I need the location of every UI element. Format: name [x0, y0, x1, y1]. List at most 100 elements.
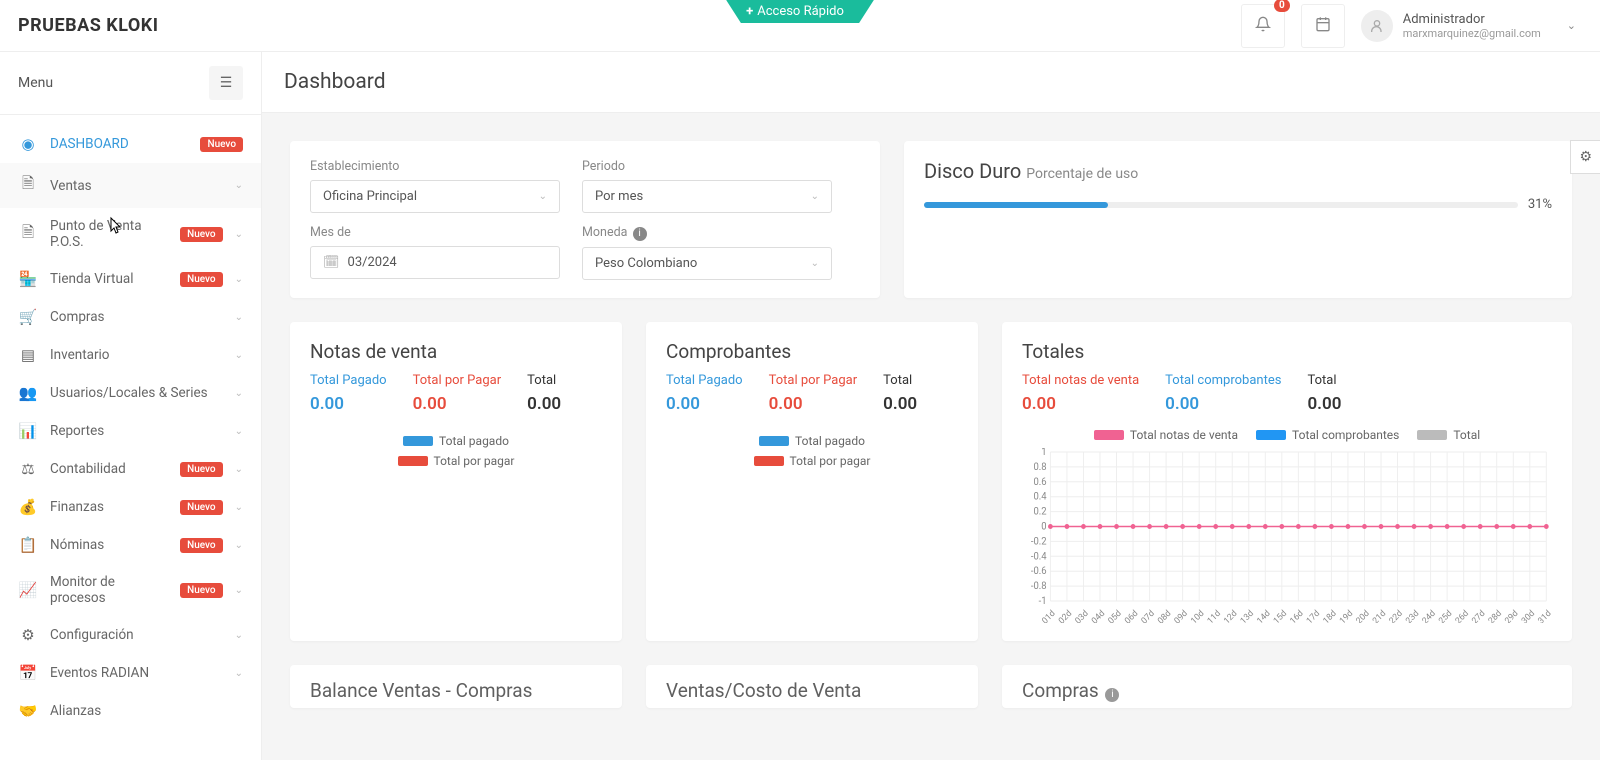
- svg-text:01d: 01d: [1041, 608, 1058, 622]
- users-icon: 👥: [18, 384, 38, 402]
- stat-label: Total: [883, 373, 917, 390]
- chevron-down-icon: ⌄: [235, 668, 243, 679]
- svg-text:17d: 17d: [1305, 608, 1322, 622]
- chevron-down-icon: ⌄: [235, 274, 243, 285]
- sidebar-item-label: Contabilidad: [50, 461, 168, 477]
- sidebar-item-nominas[interactable]: 📋 Nóminas Nuevo ⌄: [0, 526, 261, 564]
- store-icon: 🏪: [18, 270, 38, 288]
- svg-text:21d: 21d: [1371, 608, 1388, 622]
- badge-new: Nuevo: [180, 583, 223, 598]
- bell-icon: [1255, 16, 1271, 36]
- calendar-button[interactable]: [1301, 4, 1345, 48]
- mes-label: Mes de: [310, 225, 560, 240]
- settings-floating-button[interactable]: ⚙: [1570, 140, 1600, 174]
- card-title: Notas de venta: [310, 340, 602, 363]
- periodo-select[interactable]: Por mes ⌄: [582, 180, 832, 213]
- monitor-icon: 📈: [18, 581, 38, 599]
- stat-label: Total por Pagar: [769, 373, 858, 390]
- legend-item: Total por pagar: [754, 454, 871, 468]
- sidebar-item-label: Monitor de procesos: [50, 574, 168, 606]
- sidebar-item-inventario[interactable]: ▤ Inventario ⌄: [0, 336, 261, 374]
- chevron-down-icon: ⌄: [235, 630, 243, 641]
- card-title: Compras i: [1022, 679, 1552, 702]
- sidebar-item-contabilidad[interactable]: ⚖ Contabilidad Nuevo ⌄: [0, 450, 261, 488]
- filters-card: Establecimiento Oficina Principal ⌄ Mes …: [290, 141, 880, 298]
- mes-input[interactable]: 🗓 03/2024: [310, 246, 560, 279]
- periodo-label: Periodo: [582, 159, 832, 174]
- stat-label: Total notas de venta: [1022, 373, 1139, 390]
- svg-text:09d: 09d: [1173, 608, 1190, 622]
- card-title: Totales: [1022, 340, 1552, 363]
- svg-text:13d: 13d: [1239, 608, 1256, 622]
- sidebar-item-compras[interactable]: 🛒 Compras ⌄: [0, 298, 261, 336]
- document-icon: 🗎: [18, 173, 38, 198]
- quick-access-label: Acceso Rápido: [757, 4, 844, 19]
- svg-text:11d: 11d: [1206, 608, 1223, 622]
- svg-text:24d: 24d: [1421, 608, 1438, 622]
- sidebar-item-reportes[interactable]: 📊 Reportes ⌄: [0, 412, 261, 450]
- calendar-icon: 🗓: [323, 255, 340, 270]
- ventas-costo-card: Ventas/Costo de Venta: [646, 665, 978, 708]
- pos-icon: 🗎: [18, 222, 38, 247]
- establecimiento-select[interactable]: Oficina Principal ⌄: [310, 180, 560, 213]
- avatar-icon: [1361, 10, 1393, 42]
- sidebar-item-alianzas[interactable]: 🤝 Alianzas: [0, 692, 261, 730]
- sidebar-item-monitor[interactable]: 📈 Monitor de procesos Nuevo ⌄: [0, 564, 261, 616]
- stat-value: 0.00: [310, 394, 387, 414]
- sidebar-item-config[interactable]: ⚙ Configuración ⌄: [0, 616, 261, 654]
- totales-card: Totales Total notas de venta 0.00 Total …: [1002, 322, 1572, 641]
- sidebar-item-label: DASHBOARD: [50, 136, 188, 152]
- select-value: Oficina Principal: [323, 189, 417, 204]
- chevron-down-icon: ⌄: [235, 464, 243, 475]
- svg-text:23d: 23d: [1404, 608, 1421, 622]
- chart-icon: 📊: [18, 422, 38, 440]
- svg-text:22d: 22d: [1388, 608, 1405, 622]
- chevron-down-icon: ⌄: [539, 191, 547, 202]
- legend-item: Total pagado: [759, 434, 865, 448]
- chevron-down-icon: ⌄: [235, 180, 243, 191]
- chevron-down-icon: ⌄: [235, 502, 243, 513]
- info-icon: i: [633, 227, 647, 241]
- stat-label: Total Pagado: [666, 373, 743, 390]
- sidebar-item-radian[interactable]: 📅 Eventos RADIAN ⌄: [0, 654, 261, 692]
- svg-text:15d: 15d: [1272, 608, 1289, 622]
- badge-new: Nuevo: [180, 500, 223, 515]
- notifications-badge: 0: [1274, 0, 1290, 12]
- sidebar-item-ventas[interactable]: 🗎 Ventas ⌄: [0, 163, 261, 208]
- chevron-down-icon: ⌄: [235, 229, 243, 240]
- user-menu[interactable]: Administrador marxmarquinez@gmail.com ⌄: [1361, 10, 1576, 42]
- chevron-down-icon: ⌄: [235, 540, 243, 551]
- logo: PRUEBAS KLOKI: [0, 15, 159, 36]
- sidebar-item-label: Eventos RADIAN: [50, 665, 223, 681]
- svg-text:26d: 26d: [1454, 608, 1471, 622]
- svg-text:-1: -1: [1039, 596, 1047, 607]
- sidebar-item-finanzas[interactable]: 💰 Finanzas Nuevo ⌄: [0, 488, 261, 526]
- quick-access-ribbon[interactable]: +Acceso Rápido: [726, 0, 874, 23]
- badge-new: Nuevo: [180, 227, 223, 242]
- svg-text:-0.2: -0.2: [1031, 536, 1047, 547]
- badge-new: Nuevo: [180, 272, 223, 287]
- menu-label: Menu: [18, 75, 53, 91]
- svg-text:0.4: 0.4: [1033, 491, 1047, 502]
- sidebar-item-usuarios[interactable]: 👥 Usuarios/Locales & Series ⌄: [0, 374, 261, 412]
- legend-item: Total por pagar: [398, 454, 515, 468]
- sidebar-item-tienda[interactable]: 🏪 Tienda Virtual Nuevo ⌄: [0, 260, 261, 298]
- totales-chart: 10.80.60.40.20-0.2-0.4-0.6-0.8-101d02d03…: [1022, 448, 1552, 623]
- svg-text:05d: 05d: [1107, 608, 1124, 622]
- svg-text:0: 0: [1041, 521, 1046, 532]
- establecimiento-label: Establecimiento: [310, 159, 560, 174]
- svg-text:-0.4: -0.4: [1031, 551, 1047, 562]
- chevron-down-icon: ⌄: [235, 388, 243, 399]
- card-title: Comprobantes: [666, 340, 958, 363]
- moneda-select[interactable]: Peso Colombiano ⌄: [582, 247, 832, 280]
- sidebar-item-pos[interactable]: 🗎 Punto de Venta P.O.S. Nuevo ⌄: [0, 208, 261, 260]
- toggle-sidebar-button[interactable]: ☰: [209, 66, 243, 100]
- sidebar-item-label: Tienda Virtual: [50, 271, 168, 287]
- stat-label: Total por Pagar: [413, 373, 502, 390]
- sidebar-item-dashboard[interactable]: ◉ DASHBOARD Nuevo: [0, 125, 261, 163]
- calendar-icon: [1315, 16, 1331, 36]
- stat-value: 0.00: [883, 394, 917, 414]
- gear-icon: ⚙: [1579, 149, 1592, 165]
- notifications-button[interactable]: 0: [1241, 4, 1285, 48]
- svg-text:0.6: 0.6: [1033, 476, 1046, 487]
